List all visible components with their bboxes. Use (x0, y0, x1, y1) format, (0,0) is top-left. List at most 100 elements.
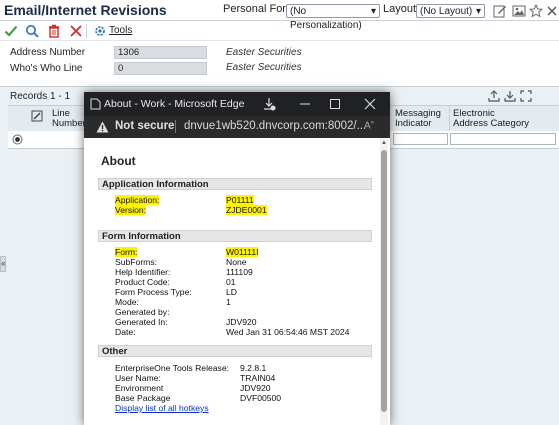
layout-value: (No Layout) (420, 6, 473, 17)
version-label: Version: (115, 205, 147, 215)
window-close-icon[interactable] (364, 98, 376, 110)
column-electronic-2: Address Category (453, 118, 530, 129)
collapse-handle-icon[interactable]: « (0, 256, 6, 272)
app-title: Email/Internet Revisions (4, 2, 167, 18)
tools-release-label: EnterpriseOne Tools Release: (115, 363, 230, 373)
tools-gear-icon[interactable] (93, 24, 107, 38)
form-info-labels: Form: SubForms: Help Identifier: Product… (115, 247, 192, 337)
personal-form-value: (No Personalization) (290, 6, 362, 31)
generated-in-value: JDV920 (226, 317, 257, 327)
download-icon[interactable] (262, 97, 276, 111)
application-label: Application: (115, 195, 160, 205)
cancel-x-icon[interactable] (69, 24, 83, 38)
favorite-icon[interactable] (529, 4, 543, 18)
popup-scrollbar[interactable]: ▲ (380, 138, 388, 425)
tools-release-value: 9.2.8.1 (240, 363, 267, 373)
address-bar[interactable]: Not secure dnvue1wb520.dnvcorp.com:8002/… (84, 116, 390, 138)
scrollbar-thumb[interactable] (381, 150, 387, 412)
mode-value: 1 (226, 297, 231, 307)
date-label: Date: (115, 327, 136, 337)
maximize-icon[interactable] (329, 98, 341, 110)
maximize-grid-icon[interactable] (519, 89, 533, 103)
column-messaging-2: Indicator (395, 118, 432, 129)
delete-trash-icon[interactable] (47, 24, 61, 38)
about-content: About Application Information Applicatio… (84, 138, 390, 425)
column-customize-icon[interactable] (30, 109, 44, 123)
row-select-radio[interactable] (12, 134, 23, 145)
form-information-header: Form Information (98, 230, 372, 242)
whos-who-line-value: 0 (118, 63, 124, 74)
whos-who-line-field: 0 (114, 62, 207, 75)
form-process-type-value: LD (226, 287, 237, 297)
user-name-value: TRAIN04 (240, 373, 276, 383)
other-header: Other (98, 345, 372, 357)
column-electronic-address-category[interactable]: Electronic Address Category (453, 109, 529, 129)
generated-by-value (226, 307, 349, 317)
mode-label: Mode: (115, 297, 139, 307)
search-icon[interactable] (25, 24, 39, 38)
date-value: Wed Jan 31 06:54:46 MST 2024 (226, 327, 350, 337)
warning-icon (96, 121, 109, 133)
form-label: Form: (115, 247, 138, 257)
import-icon[interactable] (503, 89, 517, 103)
edit-layout-icon[interactable] (493, 4, 507, 18)
toolbar-divider (0, 40, 559, 41)
form-process-type-label: Form Process Type: (115, 287, 192, 297)
application-value: P01111 (226, 195, 254, 205)
whos-who-line-description: Easter Securities (226, 62, 302, 73)
toolbar-separator (86, 24, 89, 38)
read-aloud-icon[interactable]: A» (364, 120, 374, 131)
scroll-up-icon[interactable]: ▲ (381, 140, 387, 146)
minimize-icon[interactable] (299, 98, 311, 110)
user-name-label: User Name: (115, 373, 161, 383)
layout-select[interactable]: (No Layout) (416, 4, 485, 19)
environment-label: Environment (115, 383, 164, 393)
layout-label: Layout: (383, 3, 420, 15)
address-number-label: Address Number (10, 47, 86, 58)
grid-top-border (0, 86, 559, 87)
app-info-labels: Application: Version: (115, 195, 160, 215)
subforms-value: None (226, 257, 247, 267)
page-icon (90, 98, 101, 110)
hotkeys-link[interactable]: Display list of all hotkeys (115, 403, 229, 413)
about-heading: About (101, 154, 136, 168)
image-icon[interactable] (512, 4, 526, 18)
column-line-number[interactable]: Line Number (52, 109, 86, 129)
subforms-label: SubForms: (115, 257, 158, 267)
export-icon[interactable] (487, 89, 501, 103)
address-number-description: Easter Securities (226, 47, 302, 58)
help-identifier-value: 111109 (226, 267, 253, 277)
browser-title: About - Work - Microsoft Edge (104, 98, 245, 110)
form-info-values: W01111I None 111109 01 LD 1 JDV920 Wed J… (226, 247, 349, 337)
messaging-indicator-cell[interactable] (393, 133, 448, 145)
electronic-address-category-cell[interactable] (450, 133, 556, 145)
close-icon[interactable] (545, 4, 559, 18)
address-number-value: 1306 (118, 47, 140, 58)
base-package-label: Base Package (115, 393, 171, 403)
column-line-number-2: Number (52, 118, 86, 129)
browser-title-bar: About - Work - Microsoft Edge (84, 92, 390, 116)
url-text[interactable]: dnvue1wb520.dnvcorp.com:8002/... (184, 120, 366, 132)
product-code-label: Product Code: (115, 277, 170, 287)
other-values: 9.2.8.1 TRAIN04 JDV920 DVF00500 (240, 363, 281, 403)
tools-menu[interactable]: Tools (109, 25, 132, 36)
not-secure-label: Not secure (115, 120, 175, 132)
help-identifier-label: Help Identifier: (115, 267, 171, 277)
generated-in-label: Generated In: (115, 317, 168, 327)
header-divider (0, 20, 559, 21)
ok-checkmark-icon[interactable] (4, 24, 18, 38)
column-divider (449, 106, 450, 131)
personal-form-select[interactable]: (No Personalization) (286, 4, 380, 31)
form-value: W01111I (226, 247, 259, 257)
product-code-value: 01 (226, 277, 236, 287)
addr-divider (175, 120, 176, 133)
app-info-values: P01111 ZJDE0001 (226, 195, 267, 215)
generated-by-label: Generated by: (115, 307, 170, 317)
version-value: ZJDE0001 (226, 205, 267, 215)
environment-value: JDV920 (240, 383, 271, 393)
whos-who-line-label: Who's Who Line (10, 63, 83, 74)
about-popup-window: About - Work - Microsoft Edge Not secure… (84, 92, 390, 425)
address-number-field: 1306 (114, 46, 207, 59)
column-messaging-indicator[interactable]: Messaging Indicator (395, 109, 441, 129)
other-labels: EnterpriseOne Tools Release: User Name: … (115, 363, 229, 413)
